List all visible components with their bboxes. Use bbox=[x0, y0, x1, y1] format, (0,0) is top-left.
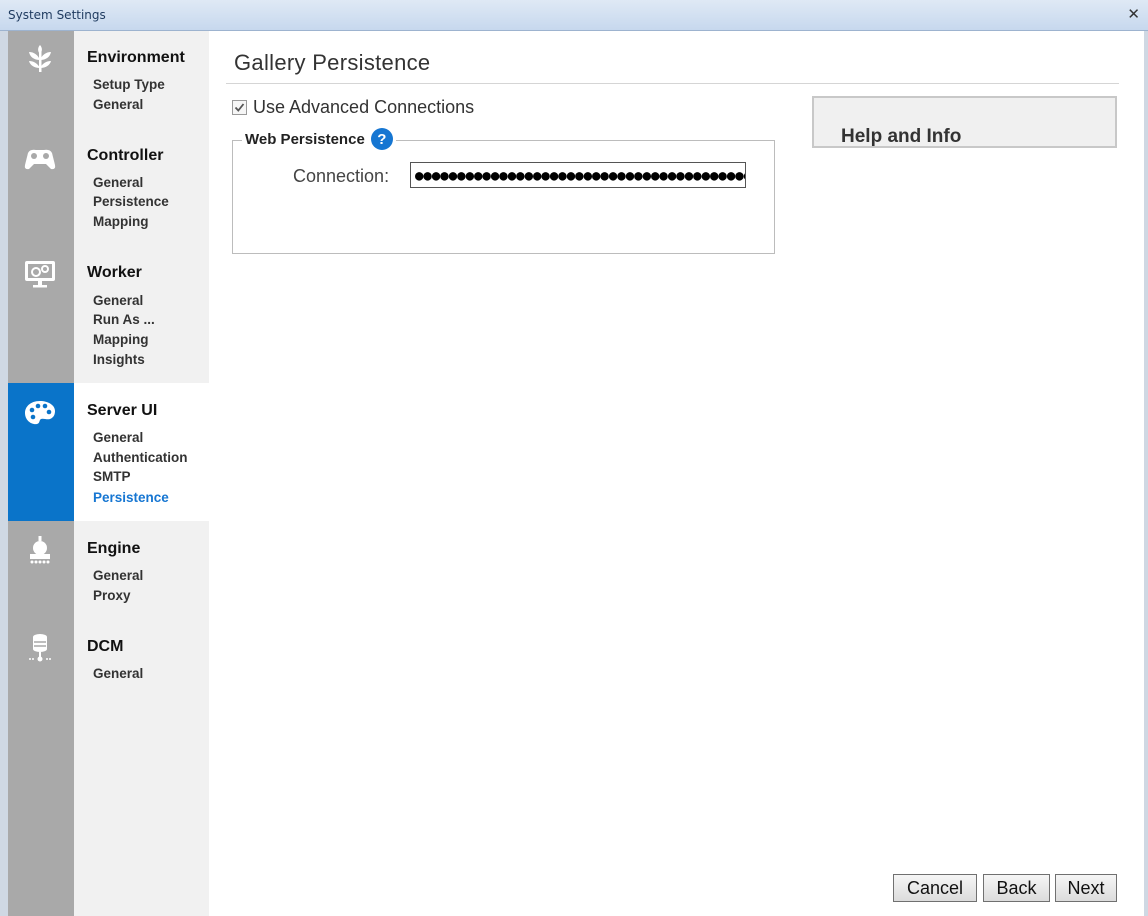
web-persistence-group bbox=[232, 140, 775, 254]
title-divider bbox=[226, 83, 1119, 84]
close-icon[interactable]: ✕ bbox=[1127, 5, 1140, 23]
gamepad-icon bbox=[22, 144, 58, 174]
sidebar-item-controller-general[interactable]: General bbox=[93, 175, 143, 190]
checkmark-icon bbox=[234, 102, 245, 112]
database-network-icon bbox=[22, 632, 58, 662]
sidebar-item-insights[interactable]: Insights bbox=[93, 352, 145, 367]
next-button[interactable]: Next bbox=[1055, 874, 1117, 902]
cancel-button[interactable]: Cancel bbox=[893, 874, 977, 902]
sidebar-item-authentication[interactable]: Authentication bbox=[93, 450, 188, 465]
use-advanced-connections-checkbox[interactable] bbox=[232, 99, 247, 115]
window-frame-left bbox=[0, 31, 8, 916]
sidebar-item-setup-type[interactable]: Setup Type bbox=[93, 77, 165, 92]
sidebar-item-server-ui-general[interactable]: General bbox=[93, 430, 143, 445]
section-title-engine[interactable]: Engine bbox=[87, 540, 140, 558]
monitor-gears-icon bbox=[22, 258, 58, 288]
window-frame-right bbox=[1144, 31, 1148, 916]
help-panel: Help and Info bbox=[812, 96, 1117, 148]
sidebar-item-run-as[interactable]: Run As ... bbox=[93, 312, 155, 327]
window-title: System Settings bbox=[8, 8, 106, 22]
back-button[interactable]: Back bbox=[983, 874, 1050, 902]
sidebar-item-proxy[interactable]: Proxy bbox=[93, 588, 131, 603]
sidebar-item-environment-general[interactable]: General bbox=[93, 97, 143, 112]
sidebar-item-worker-general[interactable]: General bbox=[93, 293, 143, 308]
section-title-server-ui[interactable]: Server UI bbox=[87, 402, 157, 420]
sidebar-item-server-ui-persistence[interactable]: Persistence bbox=[93, 490, 169, 505]
section-title-dcm[interactable]: DCM bbox=[87, 638, 123, 656]
page-title: Gallery Persistence bbox=[234, 50, 431, 75]
question-icon[interactable]: ? bbox=[370, 128, 393, 150]
sidebar-item-controller-persistence[interactable]: Persistence bbox=[93, 194, 169, 209]
engine-icon bbox=[22, 534, 58, 564]
sidebar-gap bbox=[74, 521, 209, 533]
connection-field[interactable]: ●●●●●●●●●●●●●●●●●●●●●●●●●●●●●●●●●●●●●●●●… bbox=[410, 162, 746, 188]
help-title: Help and Info bbox=[841, 126, 962, 147]
palette-icon bbox=[22, 398, 58, 428]
web-persistence-title: Web Persistence bbox=[245, 130, 365, 148]
sidebar-item-worker-mapping[interactable]: Mapping bbox=[93, 332, 149, 347]
use-advanced-connections-row: Use Advanced Connections bbox=[232, 96, 474, 118]
sidebar-item-smtp[interactable]: SMTP bbox=[93, 469, 131, 484]
section-title-environment[interactable]: Environment bbox=[87, 49, 185, 67]
sidebar-item-controller-mapping[interactable]: Mapping bbox=[93, 214, 149, 229]
sidebar-item-dcm-general[interactable]: General bbox=[93, 666, 143, 681]
sprout-icon bbox=[22, 44, 58, 74]
use-advanced-connections-label[interactable]: Use Advanced Connections bbox=[253, 97, 474, 118]
sidebar-item-engine-general[interactable]: General bbox=[93, 568, 143, 583]
title-bar: System Settings ✕ bbox=[0, 0, 1148, 31]
section-title-controller[interactable]: Controller bbox=[87, 147, 163, 165]
web-persistence-legend: Web Persistence ? bbox=[242, 128, 396, 150]
connection-label: Connection: bbox=[293, 166, 390, 186]
section-title-worker[interactable]: Worker bbox=[87, 264, 142, 282]
